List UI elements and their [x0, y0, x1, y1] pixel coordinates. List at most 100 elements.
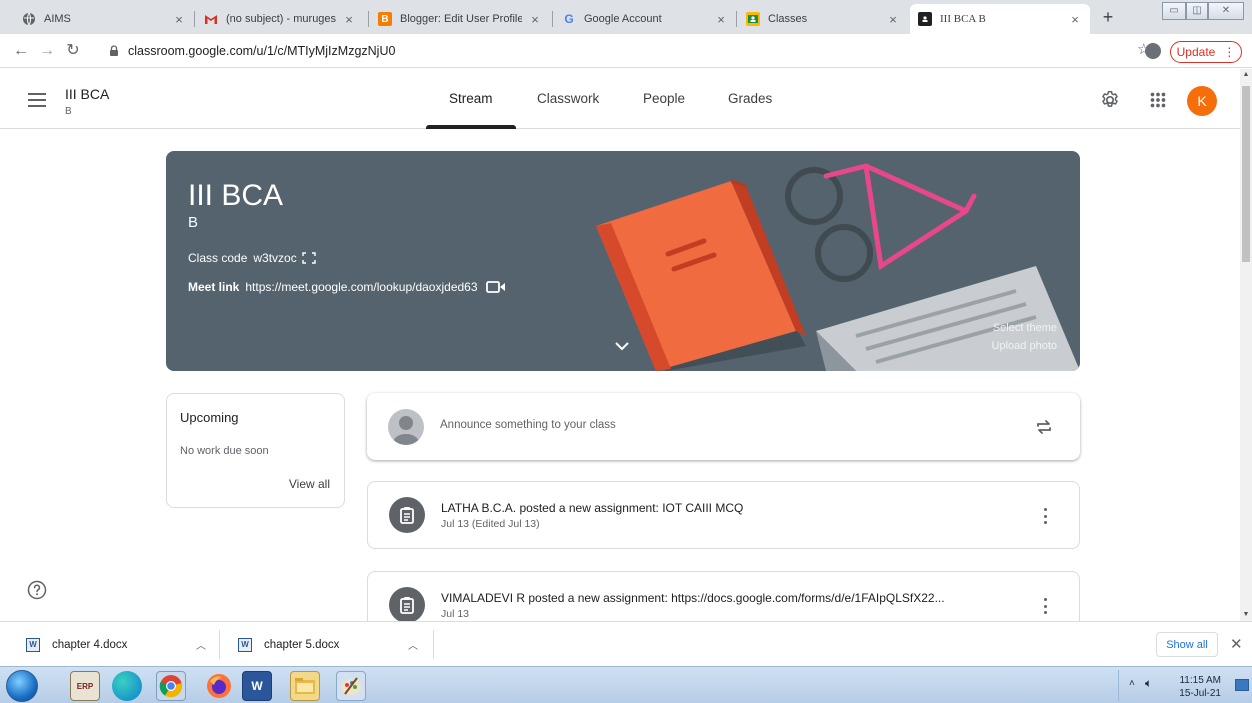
- tab-title: Blogger: Edit User Profile: [400, 13, 522, 25]
- close-window-button[interactable]: ✕: [1208, 2, 1244, 20]
- chrome-browser-icon[interactable]: [156, 671, 186, 701]
- tab-separator: [368, 11, 369, 27]
- close-tab-icon[interactable]: ×: [342, 12, 356, 27]
- help-icon[interactable]: [27, 580, 47, 600]
- update-label: Update: [1176, 45, 1216, 59]
- close-tab-icon[interactable]: ×: [1068, 12, 1082, 27]
- tab-separator: [194, 11, 195, 27]
- close-tab-icon[interactable]: ×: [528, 12, 542, 27]
- stream-post[interactable]: LATHA B.C.A. posted a new assignment: IO…: [367, 481, 1080, 549]
- paint-app-icon[interactable]: [336, 671, 366, 701]
- globe-icon: [22, 12, 36, 26]
- edge-browser-icon[interactable]: [112, 671, 142, 701]
- fullscreen-icon[interactable]: [302, 252, 316, 264]
- start-button[interactable]: [6, 670, 38, 702]
- assignment-icon: [389, 497, 425, 533]
- download-item-chapter-4[interactable]: W chapter 4.docx ︿: [26, 622, 216, 667]
- show-all-downloads-button[interactable]: Show all: [1156, 632, 1218, 657]
- profile-avatar-icon[interactable]: [1145, 43, 1161, 59]
- assignment-icon: [389, 587, 425, 623]
- reload-icon[interactable]: ↻: [62, 40, 84, 62]
- close-tab-icon[interactable]: ×: [172, 12, 186, 27]
- select-theme-link[interactable]: Select theme: [993, 322, 1057, 334]
- meet-link-label: Meet link: [188, 280, 240, 294]
- video-camera-icon[interactable]: [485, 280, 506, 294]
- banner-class-title: III BCA: [188, 179, 284, 212]
- announce-placeholder[interactable]: Announce something to your class: [440, 419, 616, 431]
- class-code-label: Class code: [188, 251, 248, 265]
- firefox-browser-icon[interactable]: [204, 671, 234, 701]
- tray-expand-icon[interactable]: ˄: [1129, 678, 1135, 689]
- url-field[interactable]: classroom.google.com/u/1/c/MTIyMjIzMzgzN…: [108, 39, 1128, 63]
- more-options-icon[interactable]: [1038, 596, 1052, 616]
- windows-taskbar: ERP W ˄ 🔈︎ 11:15 AM 15-Jul-21: [0, 666, 1252, 703]
- scroll-up-arrow-icon[interactable]: ▲: [1240, 69, 1252, 81]
- lock-icon: [110, 45, 118, 56]
- tab-title: (no subject) - murugeshk19: [226, 13, 336, 25]
- account-avatar[interactable]: K: [1187, 86, 1217, 116]
- download-filename: chapter 5.docx: [264, 638, 340, 651]
- user-avatar-icon: [388, 409, 424, 445]
- gmail-icon: [204, 12, 218, 26]
- upload-photo-link[interactable]: Upload photo: [992, 340, 1057, 352]
- tab-stream[interactable]: Stream: [449, 91, 493, 106]
- tab-classwork[interactable]: Classwork: [537, 91, 599, 106]
- download-item-chapter-5[interactable]: W chapter 5.docx ︿: [238, 622, 428, 667]
- close-tab-icon[interactable]: ×: [714, 12, 728, 27]
- browser-tab-gmail[interactable]: (no subject) - murugeshk19 ×: [196, 4, 364, 34]
- update-button[interactable]: Update ⋮: [1170, 41, 1242, 63]
- meet-link-url[interactable]: https://meet.google.com/lookup/daoxjded6…: [245, 280, 477, 294]
- tab-title: AIMS: [44, 13, 71, 25]
- word-document-icon: W: [26, 637, 40, 652]
- view-all-link[interactable]: View all: [289, 477, 330, 491]
- browser-tab-aims[interactable]: AIMS ×: [14, 4, 194, 34]
- close-tab-icon[interactable]: ×: [886, 12, 900, 27]
- browser-tab-blogger[interactable]: B Blogger: Edit User Profile ×: [370, 4, 550, 34]
- chevron-up-icon[interactable]: ︿: [196, 637, 206, 652]
- tab-grades[interactable]: Grades: [728, 91, 772, 106]
- url-text: classroom.google.com/u/1/c/MTIyMjIzMzgzN…: [128, 44, 396, 58]
- main-menu-icon[interactable]: [28, 93, 46, 107]
- tab-title: Classes: [768, 13, 808, 25]
- clock-date: 15-Jul-21: [1179, 688, 1221, 699]
- browser-tab-classes[interactable]: Classes ×: [738, 4, 908, 34]
- back-arrow-icon[interactable]: ←: [10, 40, 32, 62]
- show-desktop-icon[interactable]: [1235, 679, 1249, 691]
- more-options-icon[interactable]: [1038, 506, 1052, 526]
- new-tab-button[interactable]: +: [1098, 8, 1118, 28]
- taskbar-clock[interactable]: 11:15 AM 15-Jul-21: [1173, 674, 1221, 700]
- chevron-down-icon[interactable]: [614, 341, 630, 351]
- file-explorer-icon[interactable]: [290, 671, 320, 701]
- google-apps-grid-icon[interactable]: [1147, 89, 1169, 111]
- close-shelf-icon[interactable]: ✕: [1230, 635, 1243, 653]
- browser-tab-iii-bca-b[interactable]: III BCA B ×: [910, 4, 1090, 34]
- settings-gear-icon[interactable]: [1099, 89, 1121, 111]
- post-title[interactable]: LATHA B.C.A. posted a new assignment: IO…: [441, 501, 743, 515]
- minimize-window-button[interactable]: ▭: [1162, 2, 1186, 20]
- scroll-down-arrow-icon[interactable]: ▼: [1240, 609, 1252, 621]
- chevron-up-icon[interactable]: ︿: [408, 637, 418, 652]
- classroom-header: III BCA B Stream Classwork People Grades: [0, 69, 1240, 129]
- word-document-icon: W: [238, 637, 252, 652]
- volume-icon[interactable]: 🔈︎: [1145, 676, 1152, 691]
- forward-arrow-icon[interactable]: →: [36, 40, 58, 62]
- downloads-shelf: W chapter 4.docx ︿ W chapter 5.docx ︿ Sh…: [0, 621, 1252, 666]
- upcoming-status: No work due soon: [180, 445, 269, 457]
- tab-people[interactable]: People: [643, 91, 685, 106]
- tally-erp-icon[interactable]: ERP: [70, 671, 100, 701]
- blogger-icon: B: [378, 12, 392, 26]
- scrollbar-thumb[interactable]: [1242, 86, 1250, 262]
- browser-tab-google-account[interactable]: G Google Account ×: [554, 4, 736, 34]
- upcoming-card: Upcoming No work due soon View all: [166, 393, 345, 508]
- announce-box[interactable]: Announce something to your class: [367, 393, 1080, 460]
- tab-separator: [552, 11, 553, 27]
- tab-title: III BCA B: [940, 13, 986, 25]
- reuse-post-icon[interactable]: [1034, 417, 1054, 437]
- class-title[interactable]: III BCA: [65, 86, 109, 102]
- word-app-icon[interactable]: W: [242, 671, 272, 701]
- post-title[interactable]: VIMALADEVI R posted a new assignment: ht…: [441, 591, 945, 605]
- banner-section: B: [188, 214, 199, 231]
- browser-tab-strip: AIMS × (no subject) - murugeshk19 × B Bl…: [0, 0, 1252, 34]
- maximize-window-button[interactable]: ◫: [1186, 2, 1208, 20]
- tab-separator: [736, 11, 737, 27]
